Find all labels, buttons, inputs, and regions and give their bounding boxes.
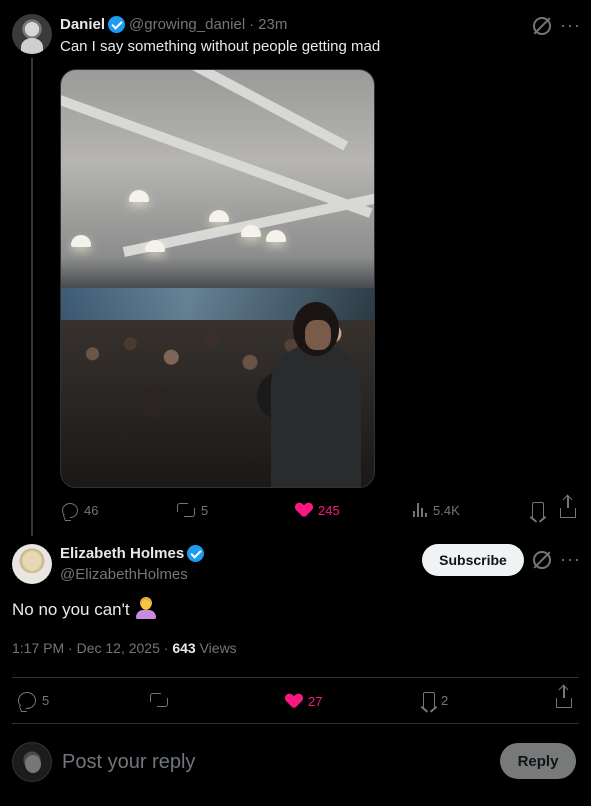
- retweet-icon: [177, 503, 195, 517]
- share-button[interactable]: [560, 496, 576, 520]
- bookmark-button[interactable]: 2: [423, 690, 448, 710]
- share-icon: [560, 496, 576, 518]
- retweet-icon: [150, 693, 168, 707]
- parent-tweet-text: Can I say something without people getti…: [60, 38, 381, 55]
- photo-foreground-person: [271, 345, 361, 487]
- more-icon[interactable]: ···: [560, 16, 581, 34]
- header-separator: ·: [249, 16, 255, 33]
- parent-author-name[interactable]: Daniel: [60, 16, 105, 33]
- main-tweet-text-row: No no you can't: [12, 600, 156, 620]
- main-author-handle[interactable]: @ElizabethHolmes: [60, 566, 188, 583]
- parent-tweet-actions: 46 5 245 5.4K: [0, 496, 591, 522]
- views-icon: [413, 503, 427, 517]
- main-author-name[interactable]: Elizabeth Holmes: [60, 545, 184, 562]
- views-button[interactable]: 5.4K: [413, 500, 460, 520]
- tweet-meta: 1:17 PM · Dec 12, 2025 · 643 Views: [12, 640, 237, 656]
- repost-button[interactable]: 5: [177, 500, 208, 520]
- main-tweet-header: Elizabeth Holmes: [60, 545, 208, 562]
- grok-icon[interactable]: [533, 17, 551, 35]
- meta-dot: ·: [163, 640, 169, 656]
- verified-badge-icon: [187, 545, 205, 562]
- repost-button[interactable]: [150, 690, 174, 710]
- bookmark-button[interactable]: [532, 500, 544, 520]
- parent-author-handle[interactable]: @growing_daniel: [129, 16, 245, 33]
- parent-tweet-time[interactable]: 23m: [258, 16, 287, 33]
- tweet-photo[interactable]: [60, 69, 375, 488]
- like-count: 27: [308, 693, 323, 709]
- tweet-date[interactable]: Dec 12, 2025: [77, 640, 160, 656]
- photo-ceiling-beam: [113, 70, 349, 151]
- photo-lamp: [129, 190, 149, 202]
- views-count: 5.4K: [433, 502, 460, 518]
- elizabeth-holmes-avatar[interactable]: [12, 544, 52, 584]
- reply-count: 46: [84, 502, 99, 518]
- photo-lamp: [209, 210, 229, 222]
- views-label: Views: [199, 640, 237, 656]
- heart-icon: [286, 694, 302, 708]
- tweet-detail-page: Daniel @growing_daniel · 23m ··· Can I s…: [0, 0, 591, 806]
- main-tweet-actions: 5 27 2: [0, 686, 591, 712]
- like-count: 245: [318, 502, 340, 518]
- parent-tweet-header: Daniel @growing_daniel · 23m: [60, 16, 287, 33]
- photo-foreground-head: [293, 302, 339, 356]
- bookmark-icon: [423, 692, 435, 708]
- like-button[interactable]: 27: [286, 691, 322, 711]
- daniel-avatar[interactable]: [12, 14, 52, 54]
- divider: [12, 677, 579, 678]
- divider: [12, 723, 579, 724]
- main-tweet-text: No no you can't: [12, 600, 130, 619]
- photo-ceiling-beam: [61, 92, 373, 218]
- person-gesturing-no-emoji: [135, 600, 156, 620]
- bookmark-icon: [532, 502, 544, 518]
- current-user-avatar[interactable]: [12, 742, 52, 782]
- meta-dot: ·: [68, 640, 73, 656]
- reply-count: 5: [42, 692, 50, 708]
- reply-button[interactable]: 5: [18, 690, 49, 710]
- like-button[interactable]: 245: [296, 500, 340, 520]
- subscribe-button[interactable]: Subscribe: [422, 544, 524, 576]
- verified-badge-icon: [108, 16, 126, 33]
- more-icon[interactable]: ···: [560, 550, 581, 568]
- bookmark-count: 2: [441, 692, 449, 708]
- thread-line: [31, 58, 33, 536]
- reply-input[interactable]: [62, 748, 482, 776]
- heart-icon: [296, 503, 312, 517]
- grok-icon[interactable]: [533, 551, 551, 569]
- tweet-time[interactable]: 1:17 PM: [12, 640, 64, 656]
- share-icon: [556, 686, 572, 708]
- reply-submit-button[interactable]: Reply: [500, 743, 576, 779]
- reply-button[interactable]: 46: [62, 500, 98, 520]
- photo-lamp: [71, 235, 91, 247]
- reply-icon: [62, 502, 78, 518]
- views-count: 643: [172, 640, 196, 656]
- repost-count: 5: [201, 502, 209, 518]
- share-button[interactable]: [556, 686, 572, 710]
- reply-icon: [18, 691, 36, 709]
- photo-lamp: [266, 230, 286, 242]
